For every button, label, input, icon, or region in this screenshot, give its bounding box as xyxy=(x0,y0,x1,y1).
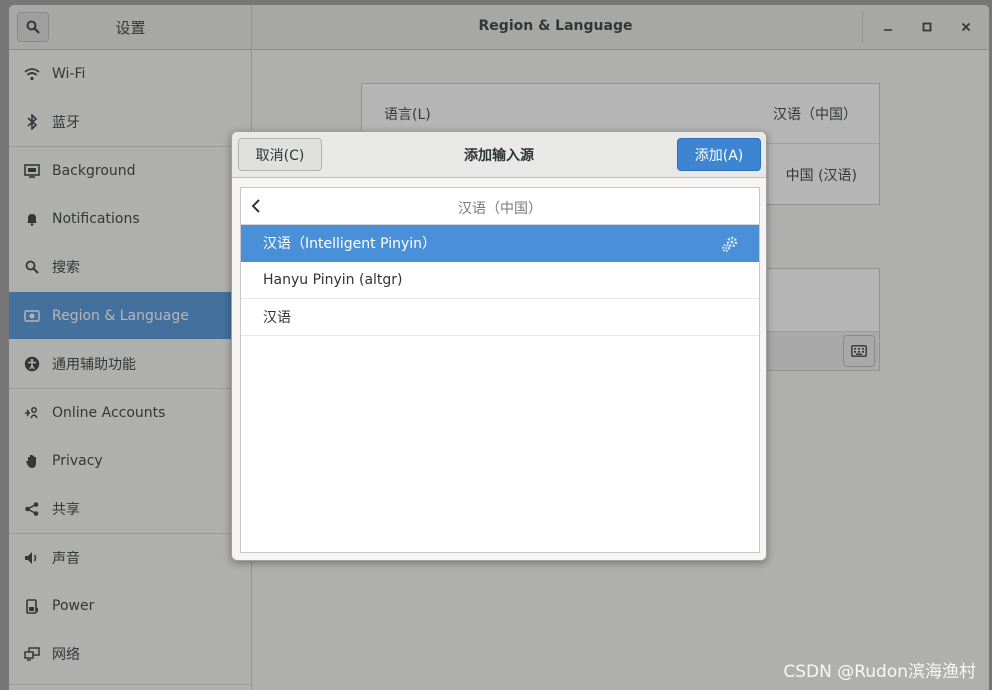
input-source-list: 汉语（中国） 汉语（Intelligent Pinyin） Hanyu Piny… xyxy=(240,187,760,553)
add-input-source-dialog: 取消(C) 添加输入源 添加(A) 汉语（中国） 汉语（Intelligent … xyxy=(231,131,767,561)
list-item-hanyu[interactable]: 汉语 xyxy=(241,299,759,336)
dialog-header: 取消(C) 添加输入源 添加(A) xyxy=(232,132,766,178)
list-header-title: 汉语（中国） xyxy=(458,201,542,217)
list-header[interactable]: 汉语（中国） xyxy=(241,188,759,225)
list-item-label: 汉语（Intelligent Pinyin） xyxy=(263,236,437,252)
list-item-hanyu-pinyin-altgr[interactable]: Hanyu Pinyin (altgr) xyxy=(241,262,759,299)
add-button[interactable]: 添加(A) xyxy=(677,138,761,171)
list-item-label: Hanyu Pinyin (altgr) xyxy=(263,272,403,288)
settings-gears-icon[interactable] xyxy=(721,235,739,253)
list-item-intelligent-pinyin[interactable]: 汉语（Intelligent Pinyin） xyxy=(241,225,759,262)
watermark: CSDN @Rudon滨海渔村 xyxy=(783,662,976,682)
list-item-label: 汉语 xyxy=(263,310,291,326)
